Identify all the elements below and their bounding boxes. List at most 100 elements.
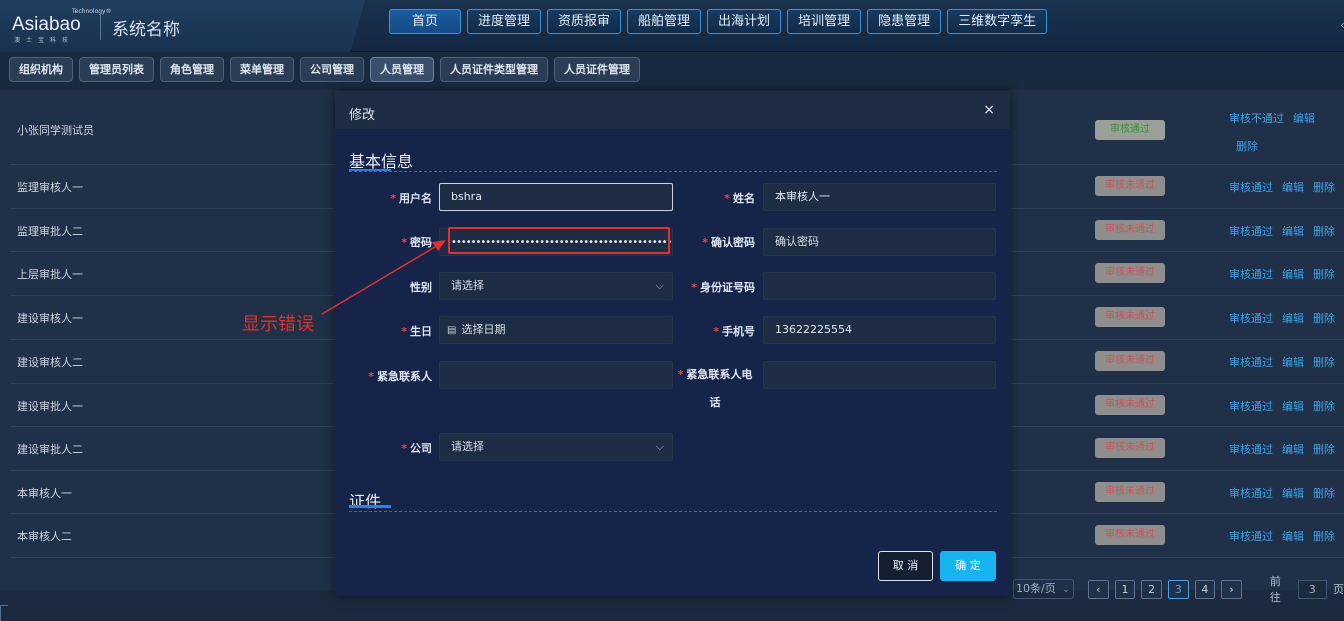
delete-link[interactable]: 删除 bbox=[1313, 179, 1335, 195]
approve-link[interactable]: 审核通过 bbox=[1229, 266, 1273, 282]
id-number-input[interactable] bbox=[763, 272, 996, 300]
delete-link[interactable]: 删除 bbox=[1313, 266, 1335, 282]
password-label: * 密码 bbox=[375, 234, 432, 250]
nav-ships[interactable]: 船舶管理 bbox=[627, 9, 702, 34]
page-button[interactable]: 4 bbox=[1194, 579, 1216, 599]
status-badge: 审核未通过 bbox=[1095, 351, 1165, 371]
edit-link[interactable]: 编辑 bbox=[1282, 441, 1304, 457]
status-badge: 审核未通过 bbox=[1095, 482, 1165, 502]
birthday-placeholder: 选择日期 bbox=[461, 323, 506, 336]
row-name: 本审核人二 bbox=[17, 530, 72, 543]
approve-link[interactable]: 审核通过 bbox=[1229, 398, 1273, 414]
tab-companies[interactable]: 公司管理 bbox=[300, 57, 364, 82]
confirm-button[interactable]: 确 定 bbox=[940, 551, 996, 581]
approve-link[interactable]: 审核通过 bbox=[1229, 441, 1273, 457]
edit-link[interactable]: 编辑 bbox=[1282, 266, 1304, 282]
nav-qualification[interactable]: 资质报审 bbox=[547, 9, 622, 34]
nav-digital-twin[interactable]: 三维数字孪生 bbox=[947, 9, 1048, 34]
nav-progress[interactable]: 进度管理 bbox=[467, 9, 542, 34]
cancel-button[interactable]: 取 消 bbox=[878, 551, 933, 581]
emergency-phone-label-line2: 话 bbox=[709, 396, 721, 409]
required-mark: * bbox=[401, 442, 407, 455]
row-actions: 审核通过 编辑 删除 bbox=[1229, 485, 1335, 501]
emergency-phone-input[interactable] bbox=[763, 361, 996, 389]
name-label: * 姓名 bbox=[695, 190, 755, 206]
edit-link[interactable]: 编辑 bbox=[1282, 223, 1304, 239]
close-icon[interactable]: × bbox=[983, 102, 995, 118]
edit-link[interactable]: 编辑 bbox=[1282, 398, 1304, 414]
confirm-password-label-text: 确认密码 bbox=[711, 236, 755, 249]
reject-link[interactable]: 审核不通过 bbox=[1229, 110, 1284, 126]
delete-link[interactable]: 删除 bbox=[1236, 138, 1258, 154]
approve-link[interactable]: 审核通过 bbox=[1229, 528, 1273, 544]
delete-link[interactable]: 删除 bbox=[1313, 528, 1335, 544]
name-input[interactable]: 本审核人一 bbox=[763, 183, 996, 211]
delete-link[interactable]: 删除 bbox=[1313, 354, 1335, 370]
company-select[interactable]: 请选择 ⌵ bbox=[439, 433, 673, 461]
gender-select[interactable]: 请选择 ⌵ bbox=[439, 272, 673, 300]
nav-training[interactable]: 培训管理 bbox=[787, 9, 862, 34]
page-size-select[interactable]: 10条/页 ⌄ bbox=[1013, 579, 1074, 599]
row-name: 监理审核人一 bbox=[17, 181, 83, 194]
nav-home[interactable]: 首页 bbox=[389, 9, 461, 34]
goto-page-input[interactable]: 3 bbox=[1297, 579, 1327, 599]
approve-link[interactable]: 审核通过 bbox=[1229, 310, 1273, 326]
logo-text: Asiabao bbox=[12, 14, 81, 35]
tab-personnel[interactable]: 人员管理 bbox=[370, 57, 434, 82]
delete-link[interactable]: 删除 bbox=[1313, 485, 1335, 501]
phone-label-text: 手机号 bbox=[722, 325, 755, 338]
calendar-icon: ▤ bbox=[447, 325, 457, 336]
nav-hazards[interactable]: 隐患管理 bbox=[867, 9, 942, 34]
emergency-contact-input[interactable] bbox=[439, 361, 673, 389]
row-actions: 审核通过 编辑 删除 bbox=[1229, 354, 1335, 370]
tab-menus[interactable]: 菜单管理 bbox=[230, 57, 294, 82]
edit-link[interactable]: 编辑 bbox=[1282, 485, 1304, 501]
approve-link[interactable]: 审核通过 bbox=[1229, 485, 1273, 501]
row-actions: 审核不通过 编辑 删除 bbox=[1229, 110, 1339, 154]
tab-organization[interactable]: 组织机构 bbox=[9, 57, 73, 82]
corner-marker bbox=[0, 605, 8, 621]
prev-page-button[interactable]: ‹ bbox=[1087, 579, 1109, 599]
emergency-phone-label-text: 紧急联系人电 bbox=[686, 368, 753, 381]
delete-link[interactable]: 删除 bbox=[1313, 310, 1335, 326]
approve-link[interactable]: 审核通过 bbox=[1229, 179, 1273, 195]
edit-link[interactable]: 编辑 bbox=[1293, 110, 1315, 126]
delete-link[interactable]: 删除 bbox=[1313, 398, 1335, 414]
edit-link[interactable]: 编辑 bbox=[1282, 528, 1304, 544]
company-placeholder: 请选择 bbox=[451, 440, 484, 453]
tab-admin-list[interactable]: 管理员列表 bbox=[79, 57, 154, 82]
username-input[interactable]: bshra bbox=[439, 183, 673, 211]
gender-label-text: 性别 bbox=[410, 281, 432, 294]
status-badge: 审核未通过 bbox=[1095, 220, 1165, 240]
birthday-picker[interactable]: ▤ 选择日期 bbox=[439, 316, 673, 344]
approve-link[interactable]: 审核通过 bbox=[1229, 354, 1273, 370]
row-actions: 审核通过 编辑 删除 bbox=[1229, 310, 1335, 326]
edit-link[interactable]: 编辑 bbox=[1282, 354, 1304, 370]
top-nav: 首页 进度管理 资质报审 船舶管理 出海计划 培训管理 隐患管理 三维数字孪生 bbox=[389, 9, 1048, 34]
emergency-contact-label-text: 紧急联系人 bbox=[377, 370, 432, 383]
next-page-button[interactable]: › bbox=[1221, 579, 1242, 599]
nav-sea-plan[interactable]: 出海计划 bbox=[707, 9, 782, 34]
approve-link[interactable]: 审核通过 bbox=[1229, 223, 1273, 239]
row-name: 上层审批人一 bbox=[17, 268, 83, 281]
emergency-phone-label-line1: * 紧急联系人电 bbox=[675, 368, 755, 382]
page-button-current[interactable]: 3 bbox=[1167, 579, 1189, 599]
delete-link[interactable]: 删除 bbox=[1313, 223, 1335, 239]
company-label: * 公司 bbox=[375, 440, 432, 456]
delete-link[interactable]: 删除 bbox=[1313, 441, 1335, 457]
edit-link[interactable]: 编辑 bbox=[1282, 310, 1304, 326]
name-label-text: 姓名 bbox=[733, 192, 755, 205]
page-button[interactable]: 2 bbox=[1141, 579, 1162, 599]
annotation-label: 显示错误 bbox=[242, 314, 314, 335]
page-button[interactable]: 1 bbox=[1114, 579, 1136, 599]
birthday-label-text: 生日 bbox=[410, 325, 432, 338]
confirm-password-input[interactable]: 确认密码 bbox=[763, 228, 996, 256]
tab-roles[interactable]: 角色管理 bbox=[160, 57, 224, 82]
logo-subtitle: 澳士宝科技 bbox=[14, 37, 75, 44]
phone-input[interactable]: 13622225554 bbox=[763, 316, 996, 344]
tab-cert-types[interactable]: 人员证件类型管理 bbox=[440, 57, 548, 82]
edit-link[interactable]: 编辑 bbox=[1282, 179, 1304, 195]
collapse-icon[interactable]: ‹ bbox=[1340, 18, 1344, 36]
page-size-label: 10条/页 bbox=[1016, 582, 1056, 595]
tab-certificates[interactable]: 人员证件管理 bbox=[554, 57, 640, 82]
